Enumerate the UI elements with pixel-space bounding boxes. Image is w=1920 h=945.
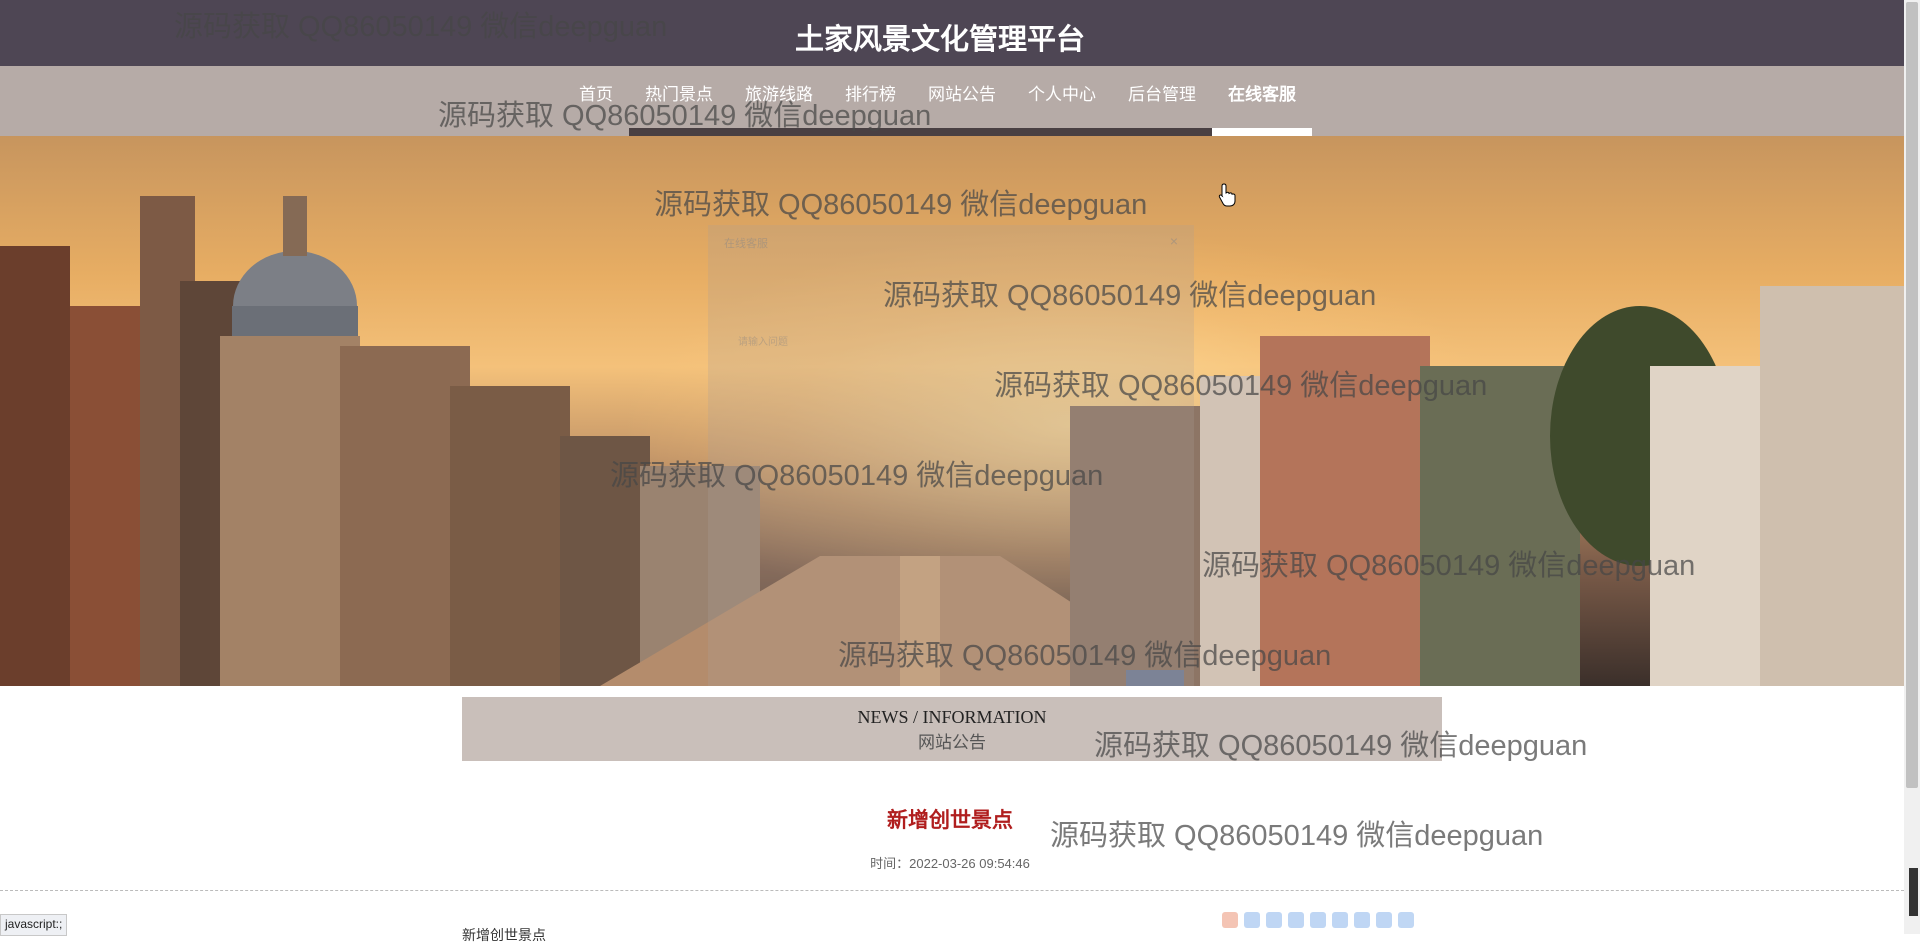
notice-heading-en: NEWS / INFORMATION xyxy=(857,707,1047,727)
nav-home[interactable]: 首页 xyxy=(563,66,629,136)
send-button[interactable] xyxy=(1126,670,1184,686)
hand-pointer-icon xyxy=(1218,183,1236,207)
ime-toolbar-icon[interactable] xyxy=(1222,912,1422,930)
status-bar-url: javascript:; xyxy=(0,914,68,936)
notice-section-header: NEWS / INFORMATION 网站公告 xyxy=(462,697,1442,761)
site-title: 土家风景文化管理平台 xyxy=(794,24,1085,56)
nav-personal-center[interactable]: 个人中心 xyxy=(1012,66,1112,136)
divider xyxy=(0,890,1904,891)
nav-announcements[interactable]: 网站公告 xyxy=(912,66,1012,136)
nav-tabs: 首页 热门景点 旅游线路 排行榜 网站公告 个人中心 后台管理 在线客服 xyxy=(563,66,1312,136)
online-chat-modal[interactable]: 在线客服 × 请输入问题 xyxy=(708,225,1194,686)
article-time: 时间：2022-03-26 09:54:46 xyxy=(870,856,1030,871)
right-buildings xyxy=(1070,286,1904,686)
chat-modal-title: 在线客服 xyxy=(724,238,768,250)
nav-travel-routes[interactable]: 旅游线路 xyxy=(729,66,829,136)
notice-heading-cn: 网站公告 xyxy=(918,733,986,752)
nav-ranking[interactable]: 排行榜 xyxy=(829,66,912,136)
scroll-thumb[interactable] xyxy=(1906,2,1918,788)
article-title: 新增创世景点 xyxy=(887,809,1013,832)
top-header: 土家风景文化管理平台 xyxy=(0,0,1904,66)
hero-banner: 在线客服 × 请输入问题 xyxy=(0,136,1904,686)
article-content: 新增创世景点 xyxy=(462,927,546,943)
nav-online-service[interactable]: 在线客服 xyxy=(1212,66,1312,136)
left-buildings xyxy=(0,196,760,686)
vertical-scrollbar[interactable] xyxy=(1904,0,1920,934)
nav-admin[interactable]: 后台管理 xyxy=(1112,66,1212,136)
chat-input[interactable]: 请输入问题 xyxy=(738,333,788,348)
main-navigation: 首页 热门景点 旅游线路 排行榜 网站公告 个人中心 后台管理 在线客服 xyxy=(0,66,1904,136)
close-icon[interactable]: × xyxy=(1170,233,1178,249)
nav-hot-spots[interactable]: 热门景点 xyxy=(629,66,729,136)
scroll-indicator xyxy=(1909,868,1918,916)
